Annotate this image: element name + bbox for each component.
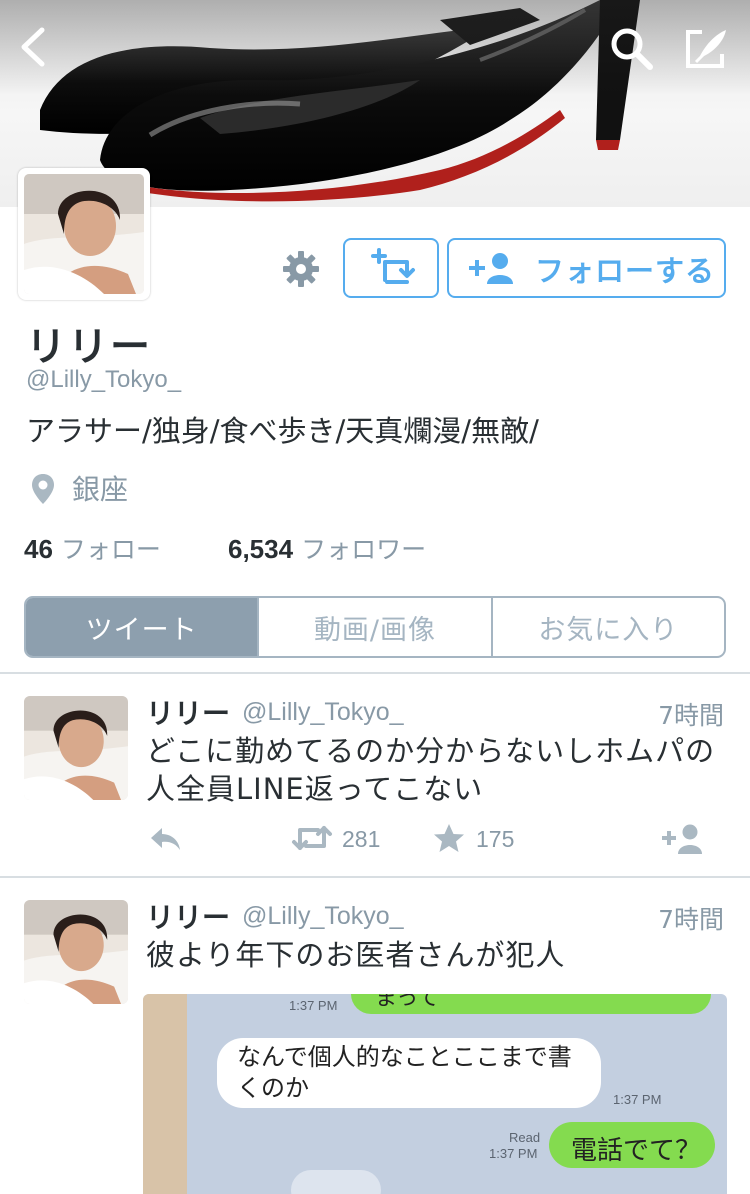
follow-button[interactable]: フォローする [447,238,726,298]
tweet-text-line: どこに勤めてるのか分からないしホムパの [146,734,716,768]
follow-person-icon [662,824,702,854]
following-stat[interactable]: 46 フォロー [24,530,161,566]
chat-bubble-text: まって [375,994,440,1011]
compose-tweet-icon [686,30,726,68]
search-icon [611,28,653,70]
chat-bubble-sent: まって [351,994,711,1014]
profile-display-name: リリー [26,324,152,370]
chat-bubble-sent: 電話でて？ [549,1122,715,1168]
profile-avatar[interactable] [18,168,150,300]
profile-tabs: ツイート 動画/画像 お気に入り [24,596,726,658]
retweet-icon [292,826,332,850]
followers-count: 6,534 [228,534,294,564]
tweet-text: どこに勤めてるのか分からないしホムパの 人全員LINE返ってこない [146,732,736,808]
tweet-author-name: リリー [146,697,231,730]
avatar [24,174,144,294]
media-edge [143,994,187,1194]
followers-label: フォロワー [301,535,427,564]
follow-button-label: フォローする [535,254,716,288]
tweet-timestamp: 7時間 [658,905,724,934]
tweet-text-line: 人全員LINE返ってこない [146,772,484,806]
following-label: フォロー [60,535,161,564]
chat-bubble-received: なんで個人的なことここまで書 くのか [217,1038,601,1108]
search-button[interactable] [608,26,656,72]
favorite-count: 175 [476,826,515,852]
gear-icon [283,251,319,287]
settings-button[interactable] [282,250,320,288]
reply-button[interactable] [148,824,184,854]
following-count: 46 [24,534,53,564]
tweet-author-handle: @Lilly_Tokyo_ [242,902,404,930]
tweet[interactable]: リリー @Lilly_Tokyo_ 7時間 どこに勤めてるのか分からないしホムパ… [0,674,750,876]
avatar[interactable] [24,696,128,800]
back-button[interactable] [14,26,54,68]
follow-person-icon [469,253,513,284]
star-icon [434,824,464,852]
tweet-author-name: リリー [146,901,231,934]
followers-stat[interactable]: 6,534 フォロワー [228,530,426,566]
compose-tweet-button[interactable] [682,26,732,72]
favorite-button[interactable] [432,822,466,854]
reply-icon [151,828,180,850]
location-pin-icon [30,472,56,506]
follow-author-button[interactable] [660,822,706,856]
tab-favorites[interactable]: お気に入り [490,598,724,656]
chat-timestamp: 1:37 PM [613,1092,662,1107]
profile-handle: @Lilly_Tokyo_ [26,366,182,393]
retweet-button[interactable] [290,822,334,854]
profile-bio: アラサー/独身/食べ歩き/天真爛漫/無敵/ [26,414,539,448]
retweet-add-icon [371,248,415,284]
chat-timestamp: 1:37 PM [489,1146,538,1161]
tweet-author-handle: @Lilly_Tokyo_ [242,698,404,726]
tab-tweets[interactable]: ツイート [26,598,258,656]
avatar[interactable] [24,900,128,1004]
retweets-toggle-button[interactable] [343,238,439,298]
tweet-text: 彼より年下のお医者さんが犯人 [146,936,736,974]
chat-timestamp: 1:37 PM [289,998,338,1013]
chevron-left-icon [21,27,45,67]
tweet-text-line: 彼より年下のお医者さんが犯人 [146,938,566,972]
tweet-media-image[interactable]: まって 1:37 PM なんで個人的なことここまで書 くのか 1:37 PM R… [143,994,727,1194]
chat-bubble-text: なんで個人的なことここまで書 [237,1043,572,1071]
tweet-timestamp: 7時間 [658,701,724,730]
media-bottom-shape [291,1170,381,1194]
profile-location: 銀座 [72,473,129,506]
chat-bubble-text: 電話でて？ [571,1136,702,1166]
tab-media[interactable]: 動画/画像 [257,598,490,656]
chat-read-label: Read [509,1130,541,1145]
chat-bubble-text: くのか [237,1074,309,1102]
retweet-count: 281 [342,826,381,852]
